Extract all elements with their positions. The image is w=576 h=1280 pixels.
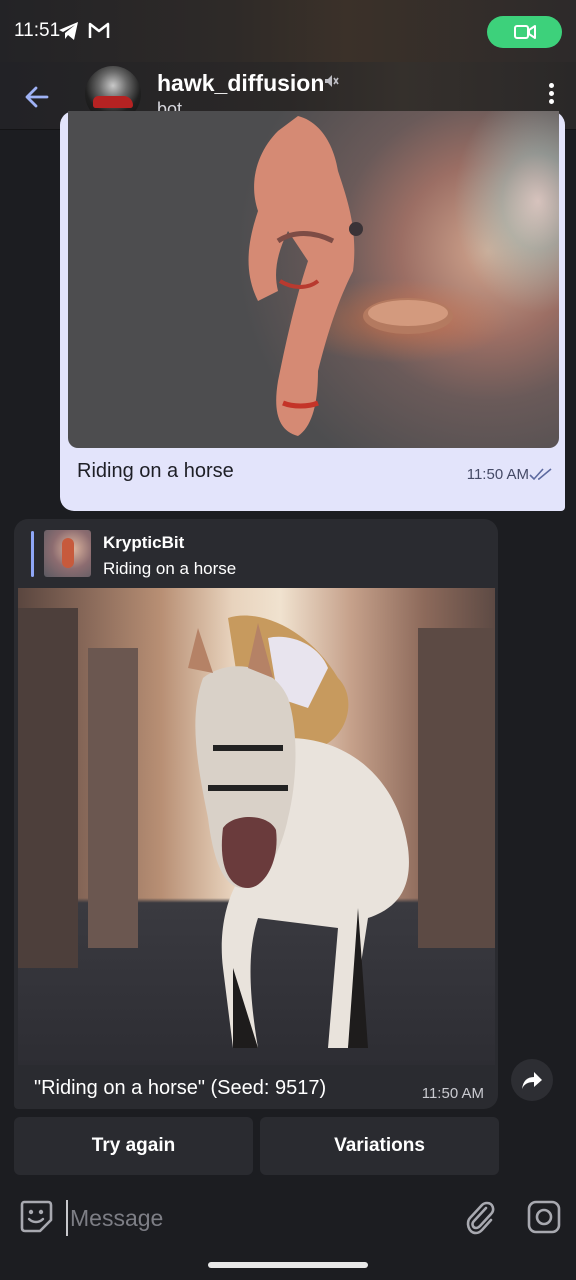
gmail-icon [88, 21, 110, 44]
outgoing-message-text: Riding on a horse [77, 460, 234, 482]
horse-image[interactable] [18, 588, 495, 1065]
sticker-icon [20, 1200, 53, 1233]
reply-author[interactable]: KrypticBit [103, 533, 184, 553]
paperclip-icon [466, 1201, 495, 1235]
video-call-icon [513, 25, 536, 39]
more-vertical-icon [548, 83, 554, 88]
variations-button[interactable]: Variations [260, 1117, 499, 1175]
outgoing-message[interactable]: Riding on a horse 11:50 AM [60, 111, 565, 511]
ongoing-call-button[interactable] [487, 16, 562, 48]
try-again-button[interactable]: Try again [14, 1117, 253, 1175]
horse-figure [18, 608, 495, 1048]
incoming-message-time: 11:50 AM [421, 1085, 484, 1102]
chat-title[interactable]: hawk_diffusion [157, 70, 324, 97]
outgoing-message-time: 11:50 AM [466, 466, 529, 483]
share-arrow-icon [522, 1072, 542, 1089]
car-image [93, 96, 133, 108]
message-composer [0, 1186, 576, 1280]
mute-icon [323, 73, 339, 94]
telegram-icon [58, 21, 80, 46]
reply-thumbnail[interactable] [44, 530, 91, 577]
message-input[interactable] [66, 1200, 446, 1236]
floating-disc [363, 298, 453, 334]
status-bar: 11:51 [0, 0, 576, 62]
attach-button[interactable] [464, 1198, 496, 1236]
status-time: 11:51 [14, 20, 61, 41]
reply-text[interactable]: Riding on a horse [103, 559, 236, 579]
astronaut-image[interactable] [68, 111, 559, 448]
message-list[interactable]: Riding on a horse 11:50 AM KrypticBit Ri… [0, 111, 576, 1181]
camera-icon [527, 1200, 561, 1234]
emoji-button[interactable] [18, 1198, 54, 1234]
back-button[interactable] [20, 80, 54, 114]
astronaut-figure [248, 116, 363, 436]
double-check-icon [529, 467, 553, 486]
incoming-caption: "Riding on a horse" (Seed: 9517) [34, 1077, 327, 1099]
share-button[interactable] [511, 1059, 553, 1101]
camera-button[interactable] [526, 1199, 562, 1235]
home-indicator[interactable] [208, 1262, 368, 1268]
reply-accent-bar [31, 531, 34, 577]
more-options-button[interactable] [544, 80, 558, 110]
back-arrow-icon [25, 86, 49, 108]
incoming-message[interactable]: KrypticBit Riding on a horse "Riding on … [14, 519, 498, 1109]
